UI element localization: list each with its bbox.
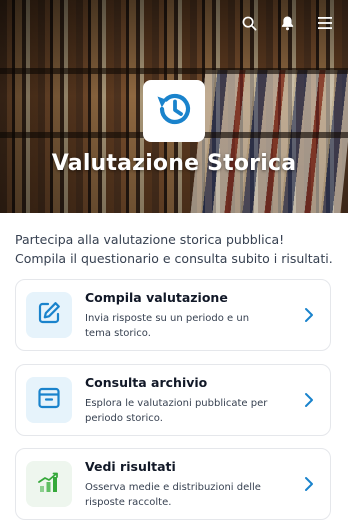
menu-icon[interactable] [316, 14, 334, 32]
notification-icon[interactable] [278, 14, 296, 32]
hero-books-decoration [190, 70, 348, 213]
chevron-right-icon [302, 391, 316, 409]
archive-icon [36, 385, 62, 415]
card-compila-valutazione[interactable]: Compila valutazione Invia risposte su un… [15, 279, 331, 351]
hero-shade [0, 0, 120, 213]
card-description: Invia risposte su un periodo e un tema s… [85, 313, 250, 339]
card-title: Vedi risultati [85, 459, 176, 474]
top-toolbar [240, 14, 334, 32]
card-description: Osserva medie e distribuzioni delle risp… [85, 482, 261, 508]
search-icon[interactable] [240, 14, 258, 32]
edit-icon [36, 300, 62, 330]
card-icon-badge [26, 292, 72, 338]
chart-growth-icon [35, 468, 63, 500]
chevron-right-icon [302, 306, 316, 324]
page-title: Valutazione Storica [51, 151, 297, 176]
hero-banner: Valutazione Storica [0, 0, 348, 213]
card-title: Compila valutazione [85, 290, 228, 305]
intro-text: Partecipa alla valutazione storica pubbl… [15, 232, 333, 266]
card-icon-badge [26, 461, 72, 507]
history-clock-icon [152, 87, 196, 135]
card-description: Esplora le valutazioni pubblicate per pe… [85, 398, 268, 424]
card-icon-badge [26, 377, 72, 423]
card-vedi-risultati[interactable]: Vedi risultati Osserva medie e distribuz… [15, 448, 331, 520]
card-consulta-archivio[interactable]: Consulta archivio Esplora le valutazioni… [15, 364, 331, 436]
app-logo [143, 80, 205, 142]
chevron-right-icon [302, 475, 316, 493]
card-title: Consulta archivio [85, 375, 208, 390]
